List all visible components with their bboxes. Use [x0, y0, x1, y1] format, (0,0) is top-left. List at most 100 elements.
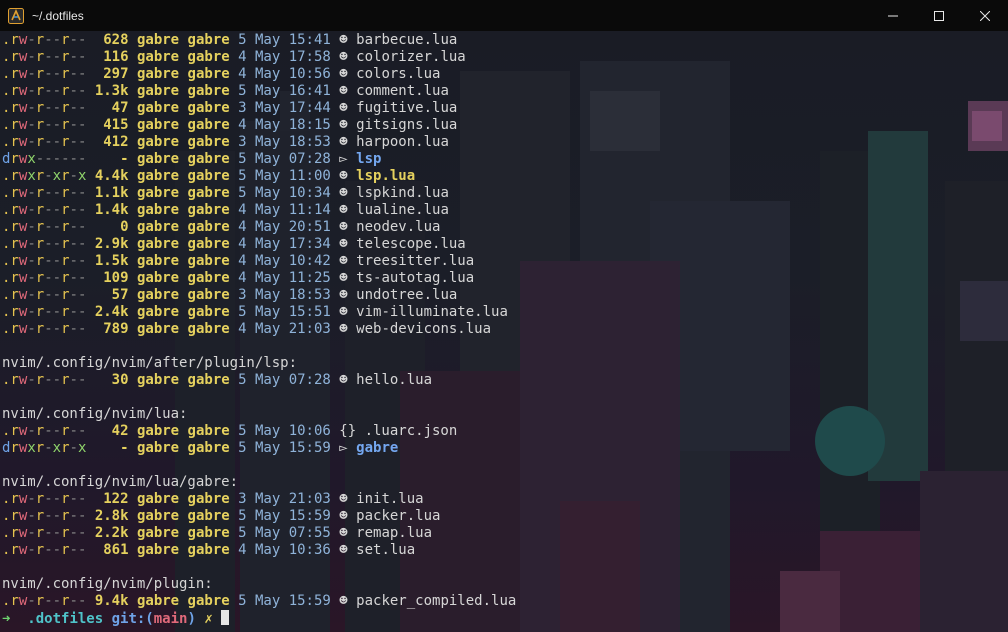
lua-file-icon: ☻ — [339, 66, 348, 82]
file-name: fugitive.lua — [356, 100, 458, 116]
window-title: ~/.dotfiles — [32, 8, 84, 23]
permissions: drwxr-xr-x — [2, 440, 87, 456]
file-name: telescope.lua — [356, 236, 466, 252]
file-size: 47 — [94, 100, 129, 116]
file-date: 4 May 17:58 — [238, 49, 331, 65]
permissions: .rw-r--r-- — [2, 270, 87, 286]
maximize-button[interactable] — [916, 0, 962, 31]
file-owner: gabre gabre — [136, 525, 230, 541]
file-date: 4 May 10:56 — [238, 66, 331, 82]
file-date: 4 May 17:34 — [238, 236, 331, 252]
file-date: 4 May 10:36 — [238, 542, 331, 558]
lua-file-icon: ☻ — [339, 185, 348, 201]
listing-row: .rw-r--r-- 1.1k gabre gabre 5 May 10:34 … — [2, 185, 1002, 202]
window-titlebar[interactable]: ~/.dotfiles — [0, 0, 1008, 31]
permissions: .rw-r--r-- — [2, 236, 87, 252]
file-date: 5 May 11:00 — [238, 168, 331, 184]
permissions: .rw-r--r-- — [2, 202, 87, 218]
lua-file-icon: ☻ — [339, 168, 348, 184]
file-name: lsp.lua — [356, 168, 416, 184]
close-button[interactable] — [962, 0, 1008, 31]
file-name: gitsigns.lua — [356, 117, 458, 133]
file-name: ts-autotag.lua — [356, 270, 475, 286]
shell-prompt: ➜ .dotfiles git:(main) ✗ — [2, 610, 1002, 627]
file-name: .luarc.json — [364, 423, 458, 439]
permissions: .rw-r--r-- — [2, 491, 87, 507]
file-owner: gabre gabre — [136, 253, 230, 269]
file-owner: gabre gabre — [136, 219, 230, 235]
file-name: lspkind.lua — [356, 185, 449, 201]
lua-file-icon: ☻ — [339, 83, 348, 99]
listing-row: .rw-r--r-- 1.3k gabre gabre 5 May 16:41 … — [2, 83, 1002, 100]
file-date: 3 May 17:44 — [238, 100, 331, 116]
lua-file-icon: ☻ — [339, 49, 348, 65]
file-owner: gabre gabre — [136, 491, 230, 507]
prompt-arrow-icon: ➜ — [2, 611, 11, 627]
listing-row: .rw-r--r-- 1.4k gabre gabre 4 May 11:14 … — [2, 202, 1002, 219]
listing-row: .rw-r--r-- 2.8k gabre gabre 5 May 15:59 … — [2, 508, 1002, 525]
json-file-icon: {} — [339, 423, 357, 439]
permissions: .rwxr-xr-x — [2, 168, 87, 184]
listing-row: .rw-r--r-- 47 gabre gabre 3 May 17:44 ☻ … — [2, 100, 1002, 117]
file-owner: gabre gabre — [136, 100, 230, 116]
listing-row: .rw-r--r-- 2.9k gabre gabre 4 May 17:34 … — [2, 236, 1002, 253]
minimize-button[interactable] — [870, 0, 916, 31]
file-name: packer.lua — [356, 508, 441, 524]
lua-file-icon: ☻ — [339, 508, 348, 524]
folder-icon: ▻ — [339, 151, 348, 167]
permissions: .rw-r--r-- — [2, 525, 87, 541]
file-size: 116 — [94, 49, 129, 65]
file-size: 297 — [94, 66, 129, 82]
file-owner: gabre gabre — [136, 440, 230, 456]
minimize-icon — [888, 15, 898, 16]
terminal-cursor[interactable] — [221, 610, 230, 625]
directory-heading: nvim/.config/nvim/lua/gabre: — [2, 474, 239, 490]
file-size: 9.4k — [94, 593, 129, 609]
file-size: 0 — [94, 219, 129, 235]
listing-row: .rw-r--r-- 412 gabre gabre 3 May 18:53 ☻… — [2, 134, 1002, 151]
file-size: - — [94, 151, 129, 167]
directory-name: gabre — [356, 440, 399, 456]
file-date: 4 May 11:14 — [238, 202, 331, 218]
listing-row: .rw-r--r-- 2.4k gabre gabre 5 May 15:51 … — [2, 304, 1002, 321]
file-owner: gabre gabre — [136, 304, 230, 320]
terminal-window: ~/.dotfiles .rw-r--r-- 628 gabre gabre 5… — [0, 0, 1008, 632]
file-size: 30 — [94, 372, 129, 388]
file-owner: gabre gabre — [136, 593, 230, 609]
lua-file-icon: ☻ — [339, 32, 348, 48]
listing-row: .rw-r--r-- 861 gabre gabre 4 May 10:36 ☻… — [2, 542, 1002, 559]
file-owner: gabre gabre — [136, 117, 230, 133]
file-owner: gabre gabre — [136, 32, 230, 48]
permissions: .rw-r--r-- — [2, 49, 87, 65]
folder-icon: ▻ — [339, 440, 348, 456]
permissions: .rw-r--r-- — [2, 542, 87, 558]
file-size: 2.8k — [94, 508, 129, 524]
file-date: 4 May 10:42 — [238, 253, 331, 269]
listing-row: .rw-r--r-- 789 gabre gabre 4 May 21:03 ☻… — [2, 321, 1002, 338]
directory-name: lsp — [356, 151, 382, 167]
file-size: 122 — [94, 491, 129, 507]
file-date: 5 May 16:41 — [238, 83, 331, 99]
lua-file-icon: ☻ — [339, 202, 348, 218]
permissions: .rw-r--r-- — [2, 185, 87, 201]
file-owner: gabre gabre — [136, 287, 230, 303]
file-name: barbecue.lua — [356, 32, 458, 48]
file-name: treesitter.lua — [356, 253, 475, 269]
file-owner: gabre gabre — [136, 508, 230, 524]
terminal-output[interactable]: .rw-r--r-- 628 gabre gabre 5 May 15:41 ☻… — [2, 32, 1002, 627]
permissions: .rw-r--r-- — [2, 83, 87, 99]
file-date: 5 May 15:59 — [238, 593, 331, 609]
file-size: 415 — [94, 117, 129, 133]
file-owner: gabre gabre — [136, 49, 230, 65]
lua-file-icon: ☻ — [339, 219, 348, 235]
file-date: 4 May 18:15 — [238, 117, 331, 133]
file-date: 4 May 11:25 — [238, 270, 331, 286]
lua-file-icon: ☻ — [339, 100, 348, 116]
file-owner: gabre gabre — [136, 134, 230, 150]
permissions: .rw-r--r-- — [2, 32, 87, 48]
file-owner: gabre gabre — [136, 542, 230, 558]
file-owner: gabre gabre — [136, 321, 230, 337]
